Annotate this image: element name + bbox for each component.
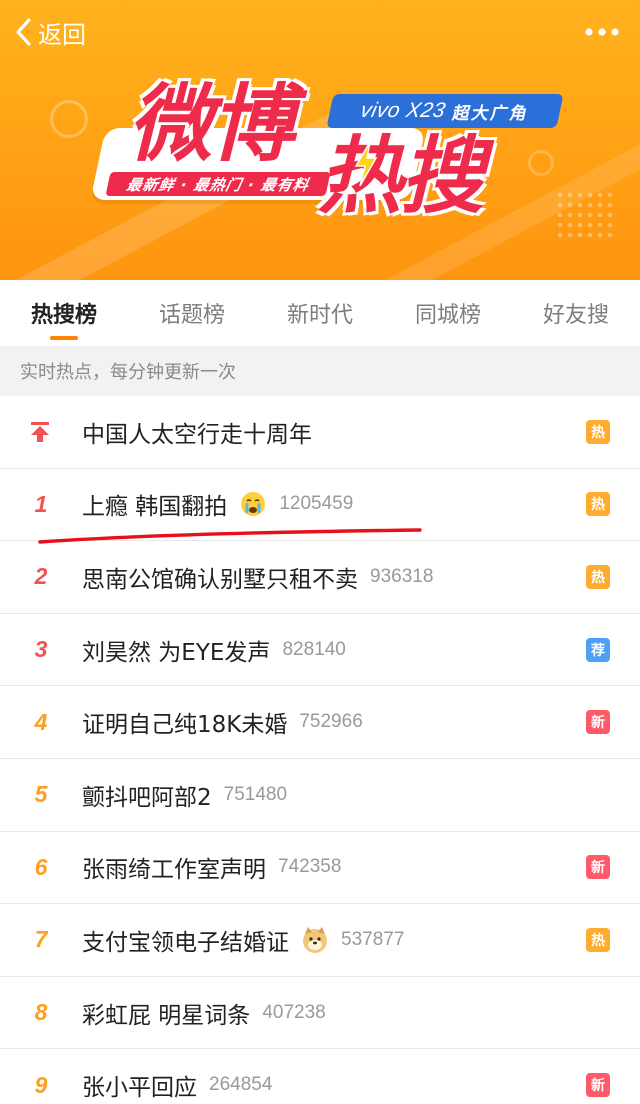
new-badge: 新: [586, 710, 610, 735]
list-item-title-wrap: 上瘾 韩国翻拍 1205459: [82, 487, 353, 521]
top-nav-bar: 返回: [0, 0, 640, 64]
list-item-2[interactable]: 2 思南公馆确认别墅只租不卖 936318 热: [0, 541, 640, 614]
list-item-title: 支付宝领电子结婚证: [82, 929, 289, 956]
hot-badge: 热: [586, 492, 610, 517]
rank-number: 7: [34, 926, 48, 953]
search-count: 537877: [341, 928, 405, 950]
list-item-title: 颤抖吧阿部2: [82, 784, 212, 811]
banner-slogan: 最新鲜 · 最热门 · 最有料: [105, 172, 331, 196]
search-count: 742358: [278, 856, 342, 878]
list-item-9[interactable]: 9 张小平回应 264854 新: [0, 1049, 640, 1104]
rank-number: 8: [34, 999, 48, 1026]
hot-search-list: 中国人太空行走十周年 热 1 上瘾 韩国翻拍 1205459 热 2 思南公馆确…: [0, 396, 640, 1104]
list-item-title-wrap: 思南公馆确认别墅只租不卖 936318: [82, 560, 433, 594]
list-item-title: 证明自己纯18K未婚: [82, 712, 288, 739]
list-item-6[interactable]: 6 张雨绮工作室声明 742358 新: [0, 832, 640, 905]
doge-emoji: [303, 926, 327, 953]
back-button[interactable]: 返回: [14, 12, 86, 52]
list-item-title-wrap: 支付宝领电子结婚证 537877: [82, 923, 404, 957]
chevron-left-icon: [16, 18, 31, 46]
list-item-5[interactable]: 5 颤抖吧阿部2 751480: [0, 759, 640, 832]
crying-face-emoji: [241, 492, 266, 517]
hot-search-logo-text: 热搜: [318, 127, 484, 225]
list-item-title: 张雨绮工作室声明: [82, 857, 266, 884]
hot-badge: 热: [586, 419, 610, 444]
list-item-title-wrap: 颤抖吧阿部2 751480: [82, 778, 287, 812]
search-count: 936318: [370, 565, 434, 587]
more-button[interactable]: [582, 16, 622, 48]
search-count: 1205459: [279, 493, 354, 515]
list-item-title-wrap: 张小平回应 264854: [82, 1068, 272, 1102]
search-count: 752966: [299, 711, 363, 733]
rank-number: 6: [34, 853, 48, 880]
new-badge: 新: [586, 1073, 610, 1098]
rank-number: 3: [34, 636, 48, 663]
back-label: 返回: [38, 20, 86, 49]
list-item-8[interactable]: 8 彩虹屁 明星词条 407238: [0, 977, 640, 1050]
search-count: 828140: [282, 638, 346, 660]
update-notice: 实时热点，每分钟更新一次: [0, 346, 640, 396]
list-item-pinned[interactable]: 中国人太空行走十周年 热: [0, 396, 640, 469]
search-count: 407238: [262, 1001, 326, 1023]
search-count: 264854: [209, 1074, 273, 1096]
tab-new-era[interactable]: 新时代: [256, 280, 384, 346]
rank-number: 2: [34, 563, 48, 590]
weibo-logo-text: 微博: [128, 75, 294, 173]
list-item-title-wrap: 中国人太空行走十周年: [82, 415, 312, 449]
list-item-title: 中国人太空行走十周年: [82, 421, 312, 448]
more-dots-icon: [585, 28, 619, 36]
list-item-title-wrap: 彩虹屁 明星词条 407238: [82, 996, 326, 1030]
pinned-arrow-up-icon: [31, 422, 49, 442]
lightning-bolt-icon: [354, 142, 378, 186]
rank-number: 5: [34, 781, 48, 808]
tab-topics[interactable]: 话题榜: [128, 280, 256, 346]
sponsor-tag: 超大广角: [450, 103, 531, 124]
hot-badge: 热: [586, 564, 610, 589]
rank-number: 9: [34, 1071, 48, 1098]
banner-decor-ring: [50, 100, 88, 138]
list-item-3[interactable]: 3 刘昊然 为EYE发声 828140 荐: [0, 614, 640, 687]
list-item-4[interactable]: 4 证明自己纯18K未婚 752966 新: [0, 686, 640, 759]
tab-hot-search[interactable]: 热搜榜: [0, 280, 128, 346]
list-item-title-wrap: 刘昊然 为EYE发声 828140: [82, 633, 346, 667]
search-count: 751480: [223, 783, 288, 805]
list-item-title: 思南公馆确认别墅只租不卖: [82, 566, 358, 593]
list-item-title: 上瘾 韩国翻拍: [82, 494, 228, 521]
list-item-title-wrap: 张雨绮工作室声明 742358: [82, 850, 341, 884]
list-item-1[interactable]: 1 上瘾 韩国翻拍 1205459 热: [0, 469, 640, 542]
rank-number: 4: [34, 708, 48, 735]
ranking-tabs: 热搜榜 话题榜 新时代 同城榜 好友搜: [0, 280, 640, 346]
list-item-title: 彩虹屁 明星词条: [82, 1002, 251, 1029]
list-item-7[interactable]: 7 支付宝领电子结婚证 537877 热: [0, 904, 640, 977]
list-item-title: 刘昊然 为EYE发声: [82, 639, 271, 666]
tab-friends-search[interactable]: 好友搜: [512, 280, 640, 346]
rank-number: 1: [34, 490, 48, 517]
sponsor-badge: vivo X23 超大广角: [326, 94, 564, 128]
tab-local[interactable]: 同城榜: [384, 280, 512, 346]
banner-decor-dots: [555, 190, 615, 240]
list-item-title-wrap: 证明自己纯18K未婚 752966: [82, 705, 363, 739]
list-item-title: 张小平回应: [82, 1075, 197, 1102]
new-badge: 新: [586, 855, 610, 880]
hot-badge: 热: [586, 927, 610, 952]
banner-decor-ring: [528, 150, 554, 176]
sponsor-brand: vivo X23: [358, 99, 448, 122]
recommended-badge: 荐: [586, 637, 610, 662]
